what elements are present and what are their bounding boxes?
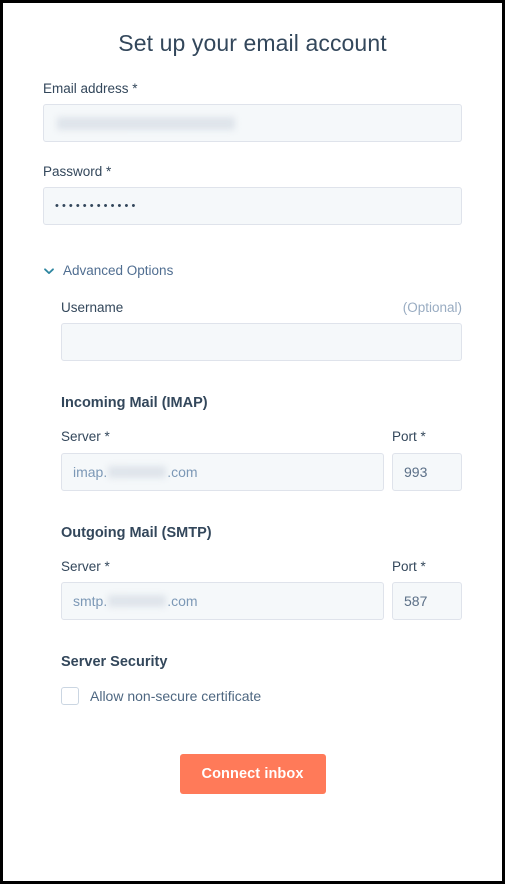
incoming-mail-heading: Incoming Mail (IMAP) [61, 395, 208, 412]
username-optional-label: (Optional) [402, 300, 462, 316]
redacted-email-value [57, 116, 235, 130]
setup-form: Set up your email account Email address … [3, 29, 502, 824]
password-input[interactable]: •••••••••••• [43, 187, 462, 226]
outgoing-server-label: Server * [61, 558, 110, 574]
outgoing-server-input[interactable]: smtp. .com [61, 581, 384, 620]
advanced-options-label: Advanced Options [63, 263, 174, 279]
outgoing-server-col: Server * smtp. .com [61, 559, 384, 620]
submit-row: Connect inbox [43, 753, 462, 824]
password-label-row: Password * [43, 164, 462, 180]
username-input[interactable] [61, 323, 462, 362]
chevron-down-icon [44, 268, 54, 274]
incoming-port-col: Port * 993 [392, 429, 462, 491]
outgoing-server-row: Server * smtp. .com Port * 587 [61, 559, 462, 620]
incoming-server-prefix: imap. [73, 463, 108, 480]
outgoing-mail-heading: Outgoing Mail (SMTP) [61, 524, 212, 541]
allow-non-secure-certificate-row[interactable]: Allow non-secure certificate [61, 686, 462, 705]
incoming-port-label: Port * [392, 429, 426, 445]
page-title: Set up your email account [118, 30, 387, 56]
username-label: Username [61, 300, 124, 316]
incoming-server-row: Server * imap. .com Port * 993 [61, 429, 462, 491]
password-masked-value: •••••••••••• [55, 199, 139, 212]
username-label-row: Username (Optional) [61, 300, 462, 316]
email-address-input[interactable] [43, 104, 462, 143]
outgoing-port-col: Port * 587 [392, 559, 462, 620]
username-field-group: Username (Optional) [61, 300, 462, 362]
password-label: Password * [43, 164, 112, 180]
connect-inbox-button[interactable]: Connect inbox [179, 753, 326, 794]
email-address-label: Email address * [43, 80, 138, 96]
email-address-field-group: Email address * [43, 81, 462, 143]
outgoing-server-suffix: .com [167, 592, 198, 609]
password-field-group: Password * •••••••••••• [43, 164, 462, 226]
advanced-options-toggle[interactable]: Advanced Options [43, 263, 462, 278]
allow-non-secure-certificate-label: Allow non-secure certificate [90, 687, 262, 704]
outgoing-port-label: Port * [392, 558, 426, 574]
incoming-server-label: Server * [61, 429, 110, 445]
incoming-port-input[interactable]: 993 [392, 452, 462, 491]
incoming-server-input[interactable]: imap. .com [61, 452, 384, 491]
incoming-server-col: Server * imap. .com [61, 429, 384, 491]
email-label-row: Email address * [43, 81, 462, 97]
advanced-options-panel: Username (Optional) Incoming Mail (IMAP)… [43, 300, 462, 705]
email-setup-dialog: Set up your email account Email address … [0, 0, 505, 884]
outgoing-server-prefix: smtp. [73, 592, 108, 609]
allow-non-secure-certificate-checkbox[interactable] [61, 686, 79, 705]
redacted-incoming-host [108, 465, 167, 478]
redacted-outgoing-host [108, 594, 167, 607]
outgoing-port-input[interactable]: 587 [392, 581, 462, 620]
incoming-server-suffix: .com [167, 463, 198, 480]
server-security-heading: Server Security [61, 653, 168, 670]
